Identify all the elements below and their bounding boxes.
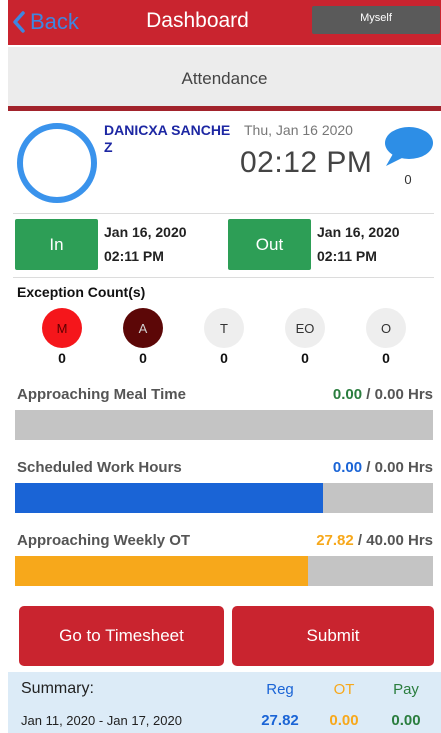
summary-label: Summary: <box>21 680 94 697</box>
meal-time-current: 0.00 <box>332 386 363 403</box>
exception-eo[interactable]: EO 0 <box>285 308 325 366</box>
meal-time-total: 0.00 <box>374 386 404 403</box>
exception-a[interactable]: A 0 <box>123 308 163 366</box>
app-header: Back Dashboard Myself <box>8 0 441 45</box>
separator: / <box>357 532 367 549</box>
work-hours-unit: Hrs <box>407 459 433 476</box>
divider <box>13 213 434 214</box>
avatar <box>17 123 97 203</box>
exception-m-count: 0 <box>58 350 66 366</box>
weekly-ot-current: 27.82 <box>316 532 354 549</box>
exception-t-count: 0 <box>220 350 228 366</box>
punch-in-date: Jan 16, 2020 <box>104 224 187 240</box>
current-time: 02:12 PM <box>240 146 373 179</box>
summary-reg-value: 27.82 <box>261 711 299 729</box>
divider <box>13 277 434 278</box>
meal-time-unit: Hrs <box>407 386 433 403</box>
user-menu-button[interactable]: Myself <box>312 6 440 34</box>
punch-in-button[interactable]: In <box>15 219 98 270</box>
exception-t-badge: T <box>204 308 244 348</box>
exception-eo-count: 0 <box>301 350 309 366</box>
weekly-ot-label: Approaching Weekly OT <box>17 532 191 549</box>
exception-a-badge: A <box>123 308 163 348</box>
section-title: Attendance <box>8 47 441 111</box>
chat-bubble-icon[interactable] <box>382 126 434 168</box>
weekly-ot-total: 40.00 <box>366 532 404 549</box>
work-hours-current: 0.00 <box>332 459 363 476</box>
summary-col-pay: Pay <box>393 680 419 698</box>
summary-col-reg: Reg <box>266 680 294 698</box>
summary-col-ot: OT <box>333 680 355 698</box>
user-name: DANICXA SANCHEZ <box>104 122 231 155</box>
meal-time-bar <box>15 410 433 440</box>
punch-out-time: 02:11 PM <box>317 248 377 264</box>
submit-button[interactable]: Submit <box>232 606 434 666</box>
weekly-ot-bar <box>15 556 433 586</box>
weekly-ot-fill <box>15 556 308 586</box>
summary-header-row: Summary: Reg OT Pay <box>8 674 441 704</box>
separator: / <box>366 386 375 403</box>
weekly-ot-unit: Hrs <box>407 532 433 549</box>
weekly-ot-value: 27.82 / 40.00 Hrs <box>316 532 433 549</box>
exception-o-badge: O <box>366 308 406 348</box>
exception-o[interactable]: O 0 <box>366 308 406 366</box>
current-date: Thu, Jan 16 2020 <box>244 122 353 138</box>
summary-data-row[interactable]: Jan 11, 2020 - Jan 17, 2020 27.82 0.00 0… <box>8 705 441 733</box>
exception-o-count: 0 <box>382 350 390 366</box>
work-hours-value: 0.00 / 0.00 Hrs <box>333 459 433 476</box>
meal-time-label: Approaching Meal Time <box>17 386 186 403</box>
punch-out-date: Jan 16, 2020 <box>317 224 400 240</box>
meal-time-value: 0.00 / 0.00 Hrs <box>333 386 433 403</box>
exception-m-badge: M <box>42 308 82 348</box>
punch-in-time: 02:11 PM <box>104 248 164 264</box>
message-count: 0 <box>404 172 412 187</box>
work-hours-total: 0.00 <box>374 459 404 476</box>
punch-in-info: Jan 16, 2020 02:11 PM <box>104 220 187 268</box>
go-to-timesheet-button[interactable]: Go to Timesheet <box>19 606 224 666</box>
work-hours-bar <box>15 483 433 513</box>
summary-ot-value: 0.00 <box>329 711 359 729</box>
exception-m[interactable]: M 0 <box>42 308 82 366</box>
exception-t[interactable]: T 0 <box>204 308 244 366</box>
exception-count-title: Exception Count(s) <box>17 284 146 300</box>
exception-a-count: 0 <box>139 350 147 366</box>
work-hours-label: Scheduled Work Hours <box>17 459 182 476</box>
summary-panel: Summary: Reg OT Pay Jan 11, 2020 - Jan 1… <box>8 672 441 733</box>
summary-period: Jan 11, 2020 - Jan 17, 2020 <box>21 712 182 728</box>
punch-out-info: Jan 16, 2020 02:11 PM <box>317 220 400 268</box>
exception-eo-badge: EO <box>285 308 325 348</box>
separator: / <box>366 459 375 476</box>
summary-pay-value: 0.00 <box>391 711 421 729</box>
punch-out-button[interactable]: Out <box>228 219 311 270</box>
work-hours-fill <box>15 483 324 513</box>
